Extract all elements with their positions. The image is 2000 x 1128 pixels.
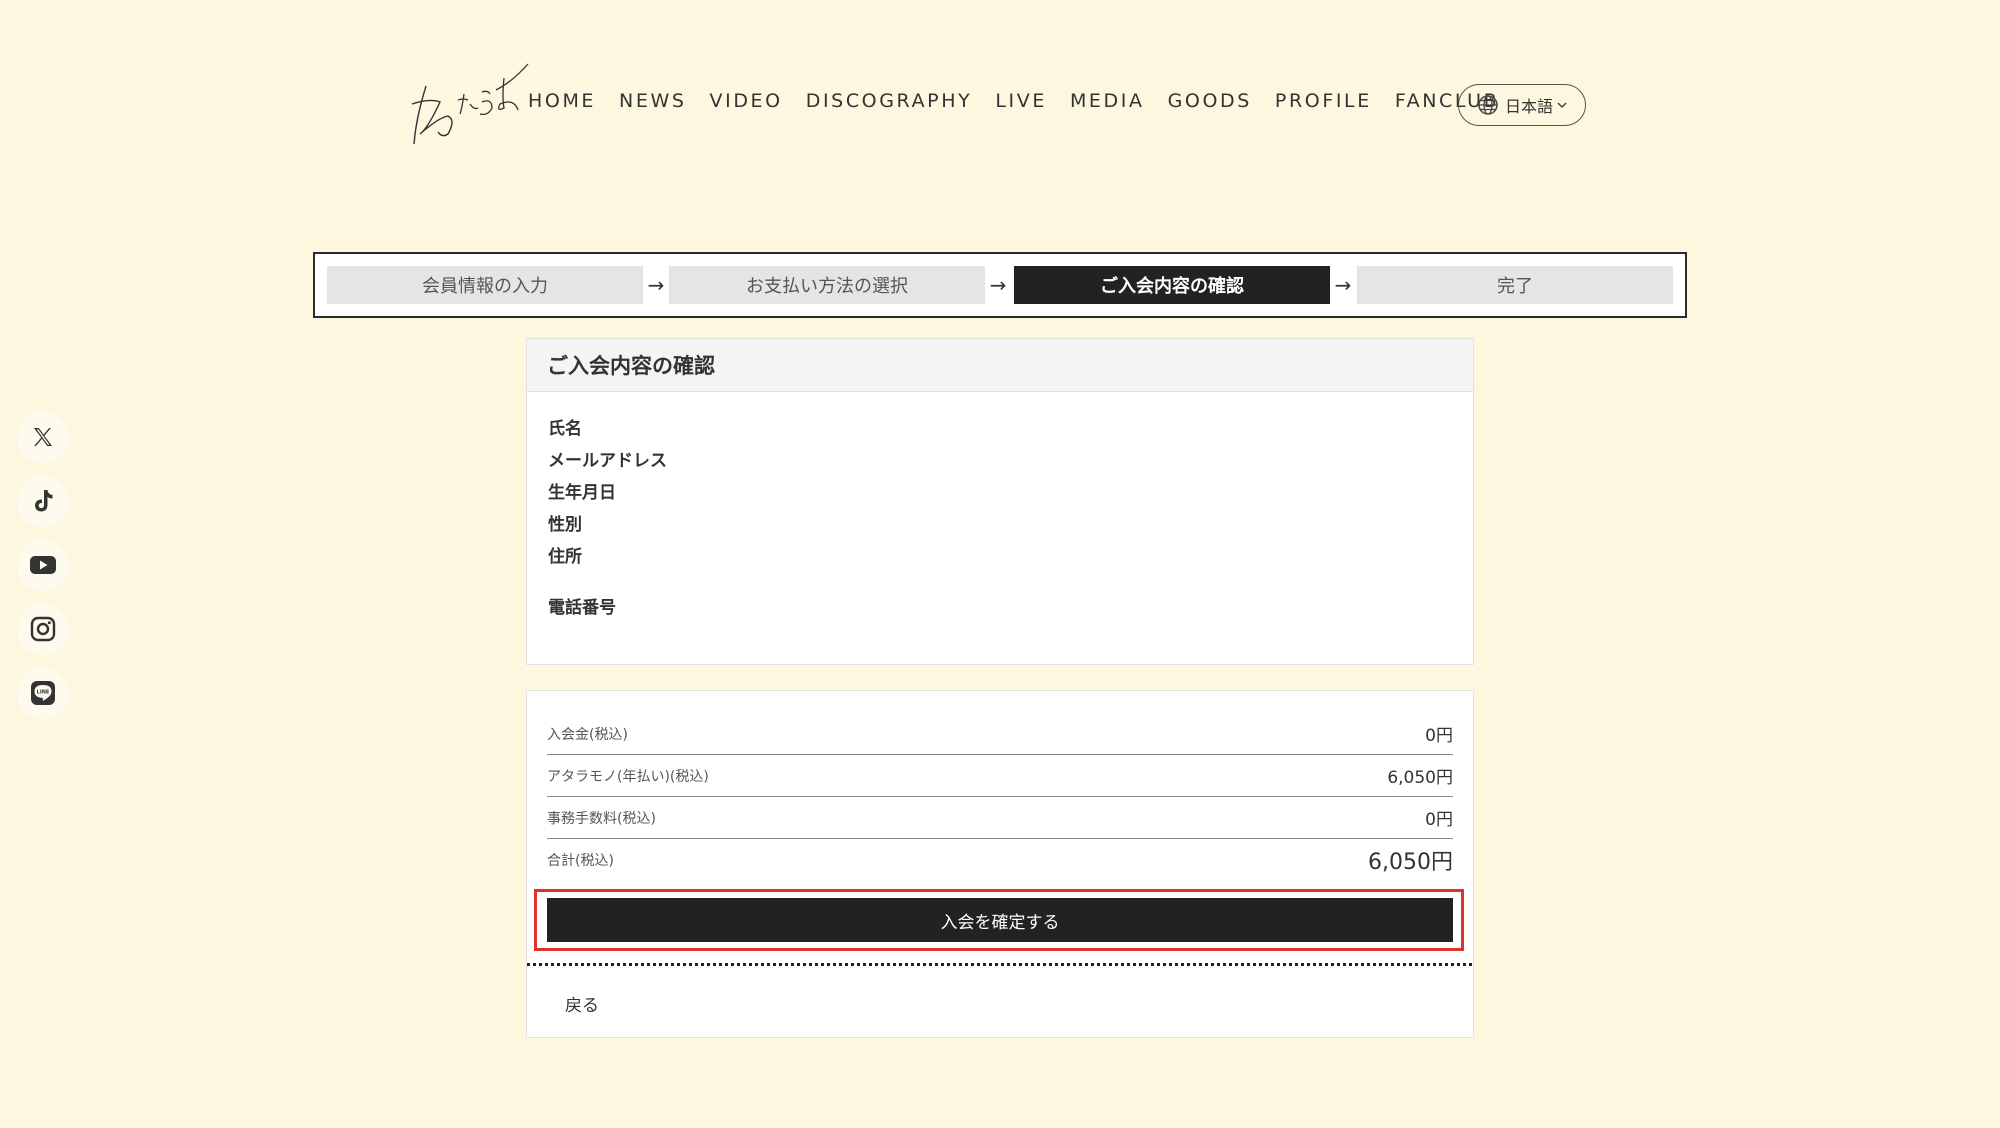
social-links: LINE <box>17 410 69 731</box>
nav-live[interactable]: LIVE <box>995 90 1047 112</box>
social-instagram[interactable] <box>17 602 69 655</box>
nav-video[interactable]: VIDEO <box>710 90 783 112</box>
globe-icon <box>1478 95 1498 115</box>
total-value: 6,050円 <box>1368 850 1453 875</box>
dotted-divider <box>527 963 1472 966</box>
step-member-info: 会員情報の入力 <box>327 266 643 304</box>
confirm-info-card: ご入会内容の確認 氏名 メールアドレス 生年月日 性別 住所 電話番号 <box>526 338 1474 665</box>
fee-value: 0円 <box>1425 810 1453 830</box>
field-gender-label: 性別 <box>548 515 582 535</box>
x-icon <box>34 427 52 446</box>
field-address-label: 住所 <box>548 547 582 567</box>
fee-label: 入会金(税込) <box>547 726 628 743</box>
step-payment-method: お支払い方法の選択 <box>669 266 985 304</box>
nav-profile[interactable]: PROFILE <box>1275 90 1372 112</box>
logo[interactable] <box>408 58 530 148</box>
nav-goods[interactable]: GOODS <box>1168 90 1252 112</box>
social-youtube[interactable] <box>17 538 69 591</box>
confirm-title: ご入会内容の確認 <box>527 339 1473 392</box>
nav-home[interactable]: HOME <box>528 90 596 112</box>
main-nav: HOME NEWS VIDEO DISCOGRAPHY LIVE MEDIA G… <box>528 90 1522 112</box>
tiktok-icon <box>35 489 53 511</box>
field-name-label: 氏名 <box>548 419 582 439</box>
nav-news[interactable]: NEWS <box>619 90 686 112</box>
step-arrow: → <box>989 273 1007 297</box>
chevron-down-icon <box>1557 102 1567 109</box>
social-line[interactable]: LINE <box>17 666 69 719</box>
fee-row: 事務手数料(税込) 0円 <box>547 797 1453 839</box>
progress-stepper: 会員情報の入力 → お支払い方法の選択 → ご入会内容の確認 → 完了 <box>313 252 1687 318</box>
field-email-label: メールアドレス <box>548 451 667 471</box>
field-phone-label: 電話番号 <box>548 598 616 618</box>
social-x[interactable] <box>17 410 69 463</box>
nav-media[interactable]: MEDIA <box>1070 90 1145 112</box>
nav-discography[interactable]: DISCOGRAPHY <box>806 90 973 112</box>
step-arrow: → <box>647 273 665 297</box>
instagram-icon <box>30 616 56 641</box>
youtube-icon <box>30 555 56 574</box>
back-link[interactable]: 戻る <box>565 991 599 1016</box>
total-row: 合計(税込) 6,050円 <box>547 839 1453 881</box>
line-icon: LINE <box>31 680 55 705</box>
step-complete: 完了 <box>1357 266 1673 304</box>
social-tiktok[interactable] <box>17 474 69 527</box>
fee-value: 0円 <box>1425 726 1453 746</box>
fee-value: 6,050円 <box>1387 768 1453 788</box>
fee-label: アタラモノ(年払い)(税込) <box>547 768 709 785</box>
svg-text:LINE: LINE <box>37 689 50 695</box>
confirm-membership-button[interactable]: 入会を確定する <box>547 898 1453 942</box>
fee-label: 事務手数料(税込) <box>547 810 656 827</box>
step-arrow: → <box>1334 273 1352 297</box>
step-confirm: ご入会内容の確認 <box>1014 266 1330 304</box>
total-label: 合計(税込) <box>547 853 614 869</box>
language-selector[interactable]: 日本語 <box>1458 84 1586 126</box>
fee-row: 入会金(税込) 0円 <box>547 713 1453 755</box>
payment-summary-card: 入会金(税込) 0円 アタラモノ(年払い)(税込) 6,050円 事務手数料(税… <box>526 690 1474 1038</box>
field-birthdate-label: 生年月日 <box>548 483 616 503</box>
logo-signature <box>411 63 529 145</box>
fee-row: アタラモノ(年払い)(税込) 6,050円 <box>547 755 1453 797</box>
language-label: 日本語 <box>1504 97 1553 116</box>
